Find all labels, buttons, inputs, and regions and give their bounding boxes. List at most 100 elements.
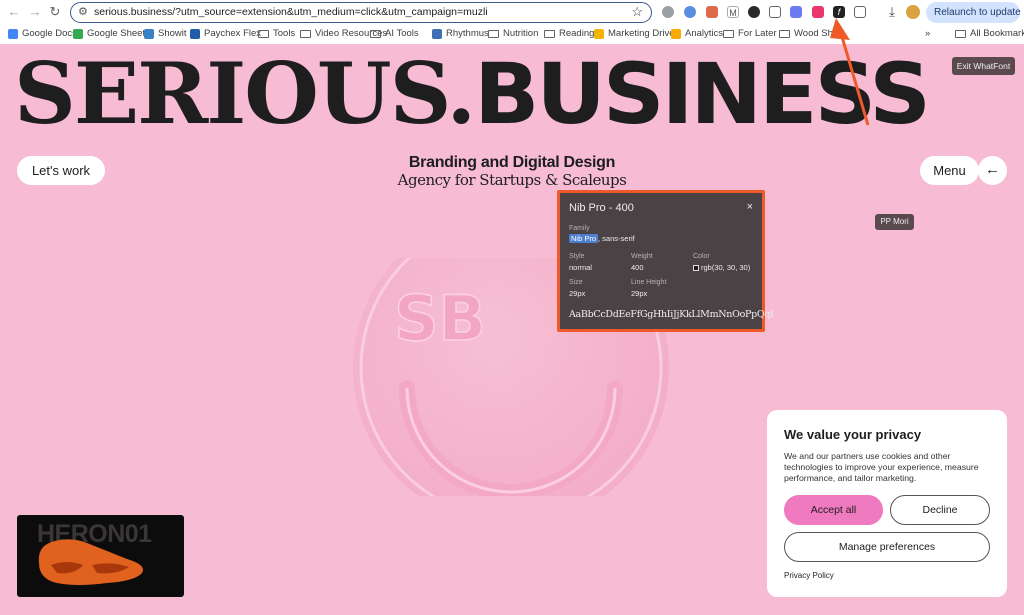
bookmark-item[interactable]: Google Docs (8, 28, 77, 39)
bookmark-label: Paychex Flex (204, 28, 262, 39)
camera-extension-icon[interactable] (662, 6, 674, 18)
title-serif-part: SERIOUS. (14, 44, 476, 143)
bookmark-star-icon[interactable]: ☆ (631, 4, 643, 20)
bookmark-label: AI Tools (385, 28, 419, 39)
bookmark-item[interactable]: Paychex Flex (190, 28, 261, 39)
title-sans-part: BUSINESS (474, 45, 931, 143)
more-bookmarks-button[interactable]: » (925, 28, 930, 39)
bookmark-label: Nutrition (503, 28, 539, 39)
bookmark-item[interactable]: Reading (544, 28, 594, 39)
whatfont-extension-icon[interactable]: f (833, 6, 845, 18)
size-value: 29px (569, 289, 586, 298)
privacy-policy-link[interactable]: Privacy Policy (784, 571, 834, 580)
menu-button[interactable]: Menu (920, 156, 979, 185)
line-height-label: Line Height (631, 279, 667, 286)
bookmark-label: Analytics (685, 28, 724, 39)
puzzle-extensions-icon[interactable] (854, 6, 866, 18)
tagline-primary: Branding and Digital Design (408, 154, 616, 171)
color-swatch (693, 265, 699, 271)
analytics-icon (671, 28, 681, 39)
font-sample: AaBbCcDdEeFfGgHhIiJjKkLlMmNnOoPpQqI (569, 309, 774, 320)
project-thumbnail[interactable]: HERON01 (17, 515, 184, 597)
all-bookmarks-button[interactable]: All Bookmarks (955, 28, 1024, 39)
forward-icon[interactable]: → (27, 4, 43, 20)
bookmark-label: Rhythmus (446, 28, 489, 39)
bookmark-item[interactable]: Analytics (671, 28, 723, 39)
style-value: normal (569, 263, 592, 272)
back-icon[interactable]: ← (6, 4, 22, 20)
folder-icon (258, 29, 269, 38)
folder-icon (488, 29, 499, 38)
google-docs-icon (8, 28, 18, 39)
relaunch-button[interactable]: Relaunch to update ⋮ (926, 2, 1024, 23)
whatfont-panel-title: Nib Pro - 400 (569, 202, 634, 214)
site-settings-icon[interactable]: ⚙ (78, 5, 88, 18)
bookmark-item[interactable]: Google Sheets (73, 28, 150, 39)
exit-whatfont-button[interactable]: Exit WhatFont (952, 57, 1015, 75)
accept-all-button[interactable]: Accept all (784, 495, 883, 525)
folder-icon (544, 29, 555, 38)
screenshot-extension-icon[interactable] (769, 6, 781, 18)
bookmark-label: Tools (273, 28, 296, 39)
family-label: Family (569, 225, 590, 232)
emblem-monogram: SB (394, 282, 486, 355)
family-value: Nib Pro, sans-serif (569, 234, 635, 243)
address-bar[interactable]: ⚙ serious.business/?utm_source=extension… (70, 2, 652, 23)
folder-icon (723, 29, 734, 38)
manage-preferences-button[interactable]: Manage preferences (784, 532, 990, 562)
bookmark-item[interactable]: Nutrition (488, 28, 538, 39)
browser-toolbar: ← → ↻ ⚙ serious.business/?utm_source=ext… (0, 0, 1024, 25)
family-highlight: Nib Pro (569, 234, 599, 243)
folder-icon (300, 29, 311, 38)
shoe-image (38, 539, 143, 585)
back-arrow-button[interactable]: ← (978, 156, 1007, 185)
weight-value: 400 (631, 263, 644, 272)
bookmark-label: Marketing Drive (608, 28, 675, 39)
bookmark-item[interactable]: Showit (144, 28, 187, 39)
color-value: rgb(30, 30, 30) (693, 263, 750, 272)
folder-icon (370, 29, 381, 38)
line-height-value: 29px (631, 289, 648, 298)
bookmark-label: Wood Shed (794, 28, 844, 39)
red-extension-icon[interactable] (812, 6, 824, 18)
onepassword-extension-icon[interactable] (684, 6, 696, 18)
dark-extension-icon[interactable] (748, 6, 760, 18)
reload-icon[interactable]: ↻ (47, 4, 63, 20)
bookmark-label: Reading (559, 28, 595, 39)
cookie-consent-panel: We value your privacy We and our partner… (767, 410, 1007, 597)
close-icon[interactable]: × (747, 201, 753, 213)
bookmark-item[interactable]: AI Tools (370, 28, 419, 39)
whatfont-panel: Nib Pro - 400 × Family Nib Pro, sans-ser… (557, 190, 774, 332)
weight-label: Weight (631, 253, 653, 260)
shoe-body (38, 539, 143, 585)
paychex-icon (190, 28, 200, 39)
bracket-extension-icon[interactable]: M (727, 6, 739, 18)
google-sheets-icon (73, 28, 83, 39)
whatfont-hover-tag: PP Mori (875, 214, 914, 230)
browser-chrome: ← → ↻ ⚙ serious.business/?utm_source=ext… (0, 0, 1024, 44)
cookie-title: We value your privacy (784, 427, 922, 442)
bookmark-item[interactable]: Tools (258, 28, 295, 39)
bookmark-label: For Later (738, 28, 777, 39)
bookmark-item[interactable]: Wood Shed (779, 28, 843, 39)
bookmark-label: Google Docs (22, 28, 77, 39)
style-label: Style (569, 253, 585, 260)
bookmark-label: Showit (158, 28, 187, 39)
bookmark-item[interactable]: For Later (723, 28, 777, 39)
folder-icon (955, 29, 966, 38)
bookmark-item[interactable]: Rhythmus (432, 28, 489, 39)
url-text[interactable]: serious.business/?utm_source=extension&u… (94, 6, 488, 18)
decline-button[interactable]: Decline (890, 495, 990, 525)
rhythmus-icon (432, 28, 442, 39)
profile-avatar[interactable] (906, 5, 920, 19)
hero-title: SERIOUS.BUSINESS (14, 52, 1024, 137)
cookie-body: We and our partners use cookies and othe… (784, 451, 979, 483)
download-icon[interactable]: ⤓ (884, 4, 900, 20)
bookmark-item[interactable]: Marketing Drive (594, 28, 675, 39)
extension-icon[interactable] (706, 6, 718, 18)
color-label: Color (693, 253, 710, 260)
all-bookmarks-label: All Bookmarks (970, 28, 1024, 39)
folder-icon (779, 29, 790, 38)
purple-extension-icon[interactable] (790, 6, 802, 18)
google-drive-icon (594, 28, 604, 39)
